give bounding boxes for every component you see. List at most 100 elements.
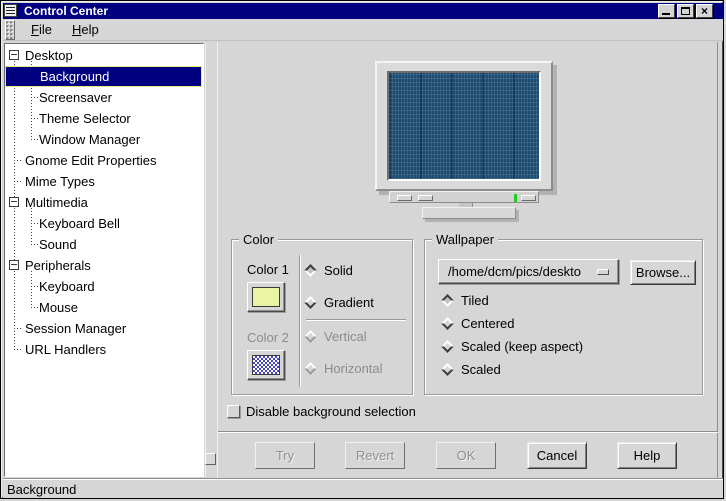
menu-file[interactable]: File	[21, 20, 62, 39]
radio-diamond-icon	[441, 340, 454, 353]
minimize-icon	[662, 13, 670, 15]
revert-button[interactable]: Revert	[345, 442, 405, 469]
capplet-tree: Desktop Background Screensaver Theme Sel…	[5, 44, 203, 476]
tree-item-label: Window Manager	[39, 132, 140, 147]
radio-scaled-keep-aspect[interactable]: Scaled (keep aspect)	[441, 338, 583, 354]
radio-horizontal: Horizontal	[304, 360, 383, 376]
color2-label: Color 2	[247, 330, 289, 345]
menubar-drag-handle-icon[interactable]	[5, 20, 15, 40]
tree-item-mouse[interactable]: Mouse	[5, 297, 202, 318]
titlebar: Control Center ×	[3, 3, 723, 19]
tree-item-label: Desktop	[25, 48, 73, 63]
wallpaper-file-dropdown[interactable]: /home/dcm/pics/deskto	[438, 259, 619, 284]
monitor-stand-base	[422, 207, 516, 219]
tree-item-mime-types[interactable]: Mime Types	[5, 171, 202, 192]
wallpaper-file-value: /home/dcm/pics/deskto	[439, 264, 581, 279]
radio-label: Tiled	[461, 293, 489, 308]
paned-divider	[205, 43, 217, 477]
tree-item-label: Multimedia	[25, 195, 88, 210]
tree-item-label: Theme Selector	[39, 111, 131, 126]
radio-solid[interactable]: Solid	[304, 262, 353, 278]
close-icon: ×	[697, 4, 712, 18]
tree-item-desktop[interactable]: Desktop	[5, 45, 202, 66]
menu-help[interactable]: Help	[62, 20, 109, 39]
radio-diamond-icon	[304, 264, 317, 277]
window-menu-icon[interactable]	[4, 4, 17, 17]
tree-item-label: Keyboard	[39, 279, 95, 294]
tree-expander-desktop[interactable]	[9, 50, 19, 60]
radio-label: Gradient	[324, 295, 374, 310]
window-controls: ×	[658, 4, 713, 18]
menu-help-label: Help	[72, 22, 99, 37]
tree-item-label: Mouse	[39, 300, 78, 315]
radio-centered[interactable]: Centered	[441, 315, 514, 331]
tree-expander-peripherals[interactable]	[9, 260, 19, 270]
monitor-power-button	[521, 195, 536, 201]
radio-scaled[interactable]: Scaled	[441, 361, 501, 377]
tree-item-label: Sound	[39, 237, 77, 252]
radio-label: Vertical	[324, 329, 367, 344]
cancel-button[interactable]: Cancel	[527, 442, 587, 469]
tree-item-theme-selector[interactable]: Theme Selector	[5, 108, 202, 129]
radio-diamond-icon	[441, 294, 454, 307]
monitor-power-led	[514, 194, 517, 202]
dropdown-indicator-icon	[597, 269, 609, 275]
try-button[interactable]: Try	[255, 442, 315, 469]
color1-button[interactable]	[247, 282, 285, 312]
maximize-button[interactable]	[677, 4, 694, 18]
maximize-icon	[681, 7, 690, 15]
radio-diamond-icon	[441, 363, 454, 376]
radio-label: Scaled	[461, 362, 501, 377]
tree-item-url-handlers[interactable]: URL Handlers	[5, 339, 202, 360]
tree-item-sound[interactable]: Sound	[5, 234, 202, 255]
radio-label: Solid	[324, 263, 353, 278]
radio-diamond-icon	[304, 296, 317, 309]
menubar: File Help	[3, 19, 723, 41]
monitor-button	[397, 195, 412, 201]
tree-item-label: Keyboard Bell	[39, 216, 120, 231]
tree-item-window-manager[interactable]: Window Manager	[5, 129, 202, 150]
tree-item-multimedia[interactable]: Multimedia	[5, 192, 202, 213]
disable-background-selection-row[interactable]: Disable background selection	[227, 403, 416, 419]
gradient-direction-separator	[306, 319, 406, 320]
tree-item-screensaver[interactable]: Screensaver	[5, 87, 202, 108]
action-area-separator	[218, 431, 718, 433]
radio-label: Scaled (keep aspect)	[461, 339, 583, 354]
close-button[interactable]: ×	[696, 4, 713, 18]
monitor-button	[418, 195, 433, 201]
browse-button[interactable]: Browse...	[630, 260, 696, 285]
tree-item-label: Gnome Edit Properties	[25, 153, 157, 168]
color-frame-separator	[299, 255, 300, 387]
tree-item-label: URL Handlers	[25, 342, 106, 357]
color2-swatch	[252, 355, 280, 375]
color-frame-title: Color	[239, 232, 278, 247]
checkbox-label: Disable background selection	[246, 404, 416, 419]
radio-tiled[interactable]: Tiled	[441, 292, 489, 308]
tree-item-label: Screensaver	[39, 90, 112, 105]
checkbox-icon[interactable]	[227, 405, 240, 418]
monitor-bezel	[389, 191, 539, 203]
tree-item-keyboard[interactable]: Keyboard	[5, 276, 202, 297]
monitor-screen-wallpaper-preview	[387, 71, 541, 181]
tree-item-session-manager[interactable]: Session Manager	[5, 318, 202, 339]
color2-button[interactable]	[247, 350, 285, 380]
window-title: Control Center	[24, 4, 108, 18]
color1-label: Color 1	[247, 262, 289, 277]
color1-swatch	[252, 287, 280, 307]
radio-vertical: Vertical	[304, 328, 367, 344]
paned-resize-handle[interactable]	[205, 453, 216, 465]
tree-item-gnome-edit-properties[interactable]: Gnome Edit Properties	[5, 150, 202, 171]
radio-diamond-icon	[304, 330, 317, 343]
help-button[interactable]: Help	[617, 442, 677, 469]
minimize-button[interactable]	[658, 4, 675, 18]
control-center-window: Control Center × File Help Desktop Backg…	[0, 0, 724, 499]
wallpaper-frame-title: Wallpaper	[432, 232, 498, 247]
radio-label: Centered	[461, 316, 514, 331]
tree-item-keyboard-bell[interactable]: Keyboard Bell	[5, 213, 202, 234]
ok-button[interactable]: OK	[436, 442, 496, 469]
tree-item-peripherals[interactable]: Peripherals	[5, 255, 202, 276]
tree-expander-multimedia[interactable]	[9, 197, 19, 207]
statusbar: Background	[3, 478, 723, 499]
tree-item-background[interactable]: Background	[5, 66, 202, 87]
radio-gradient[interactable]: Gradient	[304, 294, 374, 310]
